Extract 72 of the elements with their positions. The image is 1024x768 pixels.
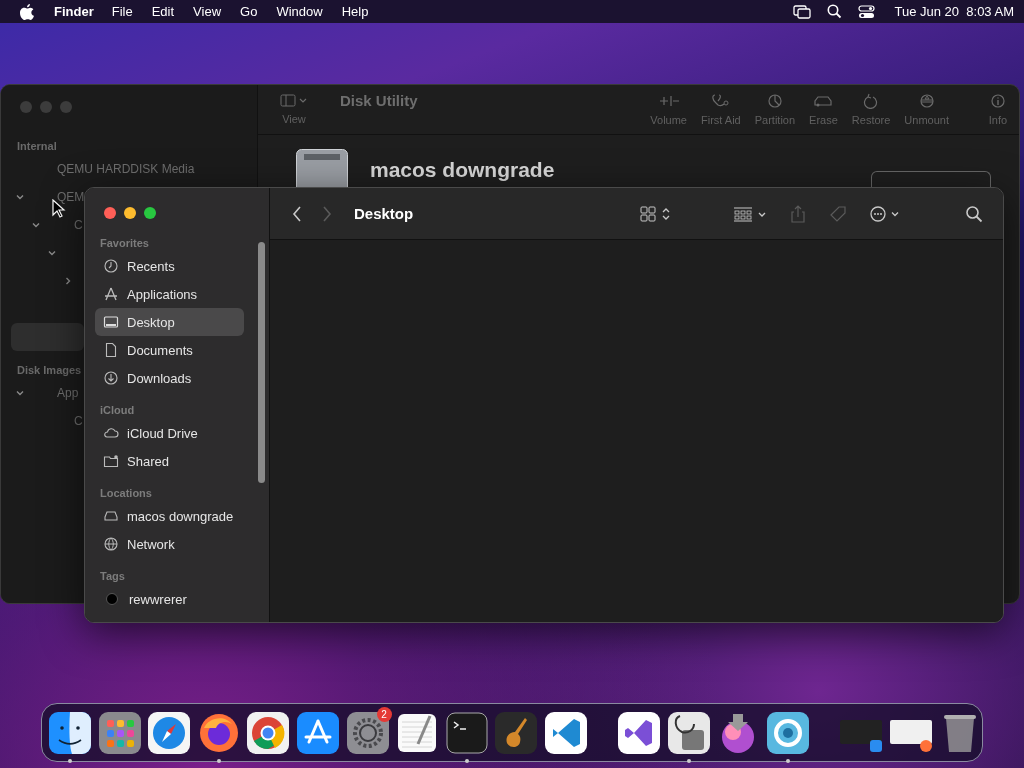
search-icon (964, 203, 984, 224)
disclosure-chevron-icon[interactable] (63, 276, 73, 286)
menu-item[interactable]: Edit (151, 4, 175, 19)
terminal-icon[interactable] (445, 711, 488, 754)
drive-icon (103, 508, 119, 524)
guitar-icon[interactable] (495, 711, 538, 754)
disclosure-chevron-icon[interactable] (15, 192, 25, 202)
desktop-icon (103, 314, 119, 330)
share-icon (788, 203, 808, 224)
menu-item[interactable]: Go (240, 4, 258, 19)
round-logo-icon[interactable] (247, 711, 290, 754)
scrollbar[interactable] (258, 242, 265, 483)
tag-icon (828, 203, 848, 224)
ide-icon[interactable] (618, 711, 661, 754)
window-title: Disk Utility (340, 92, 418, 109)
sidebar-section-heading: iCloud (99, 404, 136, 418)
view-label: View (282, 113, 306, 125)
sidebar-item[interactable]: Desktop (95, 308, 244, 336)
globe-icon (103, 536, 119, 552)
shared-folder-icon (103, 453, 119, 469)
sidebar-item[interactable]: Documents (95, 336, 244, 364)
sidebar-item[interactable]: rewwrerer (95, 585, 244, 613)
menu-item[interactable]: Help (341, 4, 369, 19)
sidebar-section-heading: Tags (99, 570, 126, 584)
ring-icon[interactable] (766, 711, 809, 754)
sidebar-item[interactable]: Recents (95, 252, 244, 280)
sidebar-section-heading: Favorites (99, 237, 150, 251)
window-title: Desktop (354, 205, 414, 222)
sidebar-item[interactable]: Network (95, 530, 244, 558)
sidebar-item[interactable]: macos downgrade (95, 502, 244, 530)
control-center-icon[interactable] (857, 4, 875, 19)
clock-icon (103, 258, 119, 274)
menu-bar-clock[interactable]: Tue Jun 20 8:03 AM (894, 4, 1014, 19)
menu-item[interactable]: View (193, 4, 222, 19)
app-menu[interactable]: Finder (54, 4, 94, 19)
sidebar-item[interactable]: Downloads (95, 364, 244, 392)
disclosure-chevron-icon[interactable] (31, 220, 41, 230)
sidebar-section-heading: Internal (17, 139, 57, 154)
close-button[interactable] (104, 207, 116, 219)
sidebar-section-heading: Locations (99, 487, 153, 501)
document-icon (103, 342, 119, 358)
sidebar-item[interactable]: iCloud Drive (95, 419, 244, 447)
volume-add-remove-icon (657, 93, 680, 109)
zoom-button[interactable] (144, 207, 156, 219)
code-editor-icon[interactable] (544, 711, 587, 754)
sidebar-toggle-icon[interactable] (280, 94, 308, 108)
chevron-right-icon (321, 204, 333, 223)
sidebar-item[interactable]: Shared (95, 447, 244, 475)
download-icon (103, 370, 119, 386)
disclosure-chevron-icon[interactable] (15, 388, 25, 398)
app-store-icon[interactable] (296, 711, 339, 754)
hard-drive-icon (296, 149, 348, 187)
sidebar-item[interactable]: Applications (95, 280, 244, 308)
chevron-left-icon (291, 204, 303, 223)
disclosure-chevron-icon[interactable] (47, 248, 57, 258)
menu-item[interactable]: File (111, 4, 133, 19)
gear-icon[interactable] (346, 711, 389, 754)
stethoscope-icon (709, 93, 732, 109)
apps-icon (103, 286, 119, 302)
notepad-icon[interactable] (396, 711, 439, 754)
menu-item[interactable]: Window (276, 4, 323, 19)
compass-icon[interactable] (148, 711, 191, 754)
search-icon[interactable] (826, 4, 842, 19)
fox-globe-icon[interactable] (197, 711, 240, 754)
app-grid-icon[interactable] (98, 711, 141, 754)
apple-logo-icon[interactable] (20, 3, 34, 20)
sidebar-section-heading: Disk Images (17, 363, 82, 378)
volume-name: macos downgrade (370, 158, 555, 182)
screen-mirroring-icon[interactable] (792, 4, 811, 19)
finder-face-icon[interactable] (49, 711, 91, 754)
cloud-icon (103, 425, 119, 441)
minimize-button[interactable] (124, 207, 136, 219)
